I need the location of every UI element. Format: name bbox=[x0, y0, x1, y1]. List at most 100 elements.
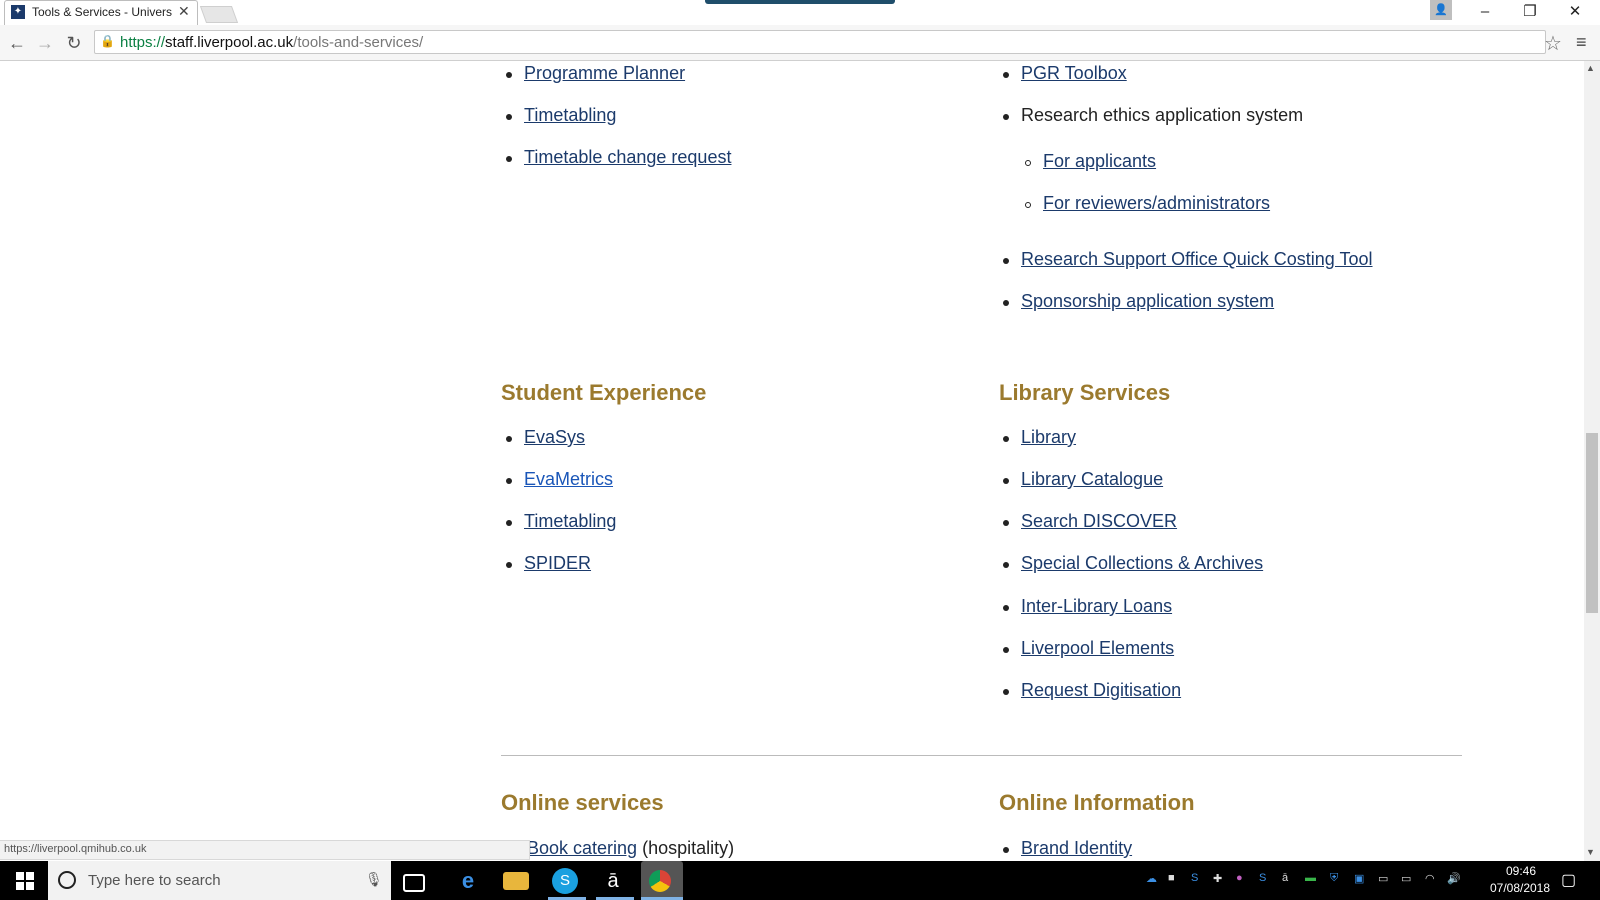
link-special-collections[interactable]: Special Collections & Archives bbox=[1021, 553, 1263, 574]
link-book-catering[interactable]: Book catering bbox=[527, 838, 637, 858]
lock-icon: 🔒 bbox=[100, 34, 115, 48]
puzzle-icon[interactable]: ✚ bbox=[1213, 872, 1222, 885]
back-arrow-icon[interactable]: ← bbox=[6, 32, 28, 54]
link-timetable-change-request[interactable]: Timetable change request bbox=[524, 147, 731, 168]
link-evasys[interactable]: EvaSys bbox=[524, 427, 585, 448]
link-request-digitisation[interactable]: Request Digitisation bbox=[1021, 680, 1181, 701]
reload-icon[interactable]: ↻ bbox=[63, 32, 85, 54]
university-favicon-icon: ✦ bbox=[11, 5, 25, 19]
list-bullet bbox=[1003, 647, 1009, 653]
restore-button[interactable]: ❐ bbox=[1515, 2, 1545, 22]
scrollbar-thumb[interactable] bbox=[1586, 433, 1598, 613]
tray-blue-icon[interactable]: ▣ bbox=[1354, 872, 1364, 885]
link-pgr-toolbox[interactable]: PGR Toolbox bbox=[1021, 63, 1127, 84]
edge-browser-icon[interactable]: e bbox=[455, 868, 481, 894]
research-ethics-label: Research ethics application system bbox=[1021, 105, 1304, 125]
hospitality-suffix: (hospitality) bbox=[637, 838, 735, 858]
chrome-icon[interactable] bbox=[649, 870, 671, 892]
windows-start-icon[interactable] bbox=[16, 872, 34, 890]
wifi-icon[interactable]: ◠ bbox=[1425, 872, 1435, 885]
link-liverpool-elements[interactable]: Liverpool Elements bbox=[1021, 638, 1174, 659]
list-bullet bbox=[1003, 114, 1009, 120]
action-center-icon[interactable]: ▢ bbox=[1561, 870, 1576, 890]
url-host: staff.liverpool.ac.uk bbox=[165, 34, 294, 51]
profile-icon[interactable]: 👤 bbox=[1430, 0, 1452, 20]
link-library[interactable]: Library bbox=[1021, 427, 1076, 448]
clock-date[interactable]: 07/08/2018 bbox=[1480, 881, 1560, 895]
link-timetabling[interactable]: Timetabling bbox=[524, 105, 616, 126]
link-inter-library-loans[interactable]: Inter-Library Loans bbox=[1021, 596, 1172, 617]
list-bullet bbox=[1003, 478, 1009, 484]
file-explorer-icon[interactable] bbox=[503, 872, 529, 890]
link-evametrics[interactable]: EvaMetrics bbox=[524, 469, 613, 490]
url-text[interactable]: https://staff.liverpool.ac.uk/tools-and-… bbox=[120, 34, 423, 51]
forward-arrow-icon[interactable]: → bbox=[34, 32, 56, 54]
new-tab-button[interactable] bbox=[199, 6, 239, 23]
book-catering-item: Book catering (hospitality) bbox=[527, 838, 734, 859]
display-icon[interactable]: ▭ bbox=[1378, 872, 1388, 885]
list-bullet bbox=[506, 114, 512, 120]
link-for-reviewers[interactable]: For reviewers/administrators bbox=[1043, 193, 1270, 214]
link-timetabling-2[interactable]: Timetabling bbox=[524, 511, 616, 532]
tray-s-icon[interactable]: S bbox=[1191, 872, 1198, 884]
cortana-icon bbox=[58, 871, 76, 889]
url-scheme: https:// bbox=[120, 34, 166, 51]
camera-icon[interactable]: ■ bbox=[1168, 872, 1175, 884]
list-bullet bbox=[506, 478, 512, 484]
window-accent-bar bbox=[705, 0, 895, 4]
scroll-up-arrow-icon[interactable]: ▲ bbox=[1586, 63, 1595, 73]
list-bullet bbox=[506, 72, 512, 78]
scroll-down-arrow-icon[interactable]: ▼ bbox=[1586, 847, 1595, 857]
list-bullet bbox=[1003, 689, 1009, 695]
volume-icon[interactable]: 🔊 bbox=[1447, 872, 1461, 885]
link-sponsorship[interactable]: Sponsorship application system bbox=[1021, 291, 1274, 312]
app-icon[interactable]: ā bbox=[600, 868, 626, 894]
bookmark-star-icon[interactable]: ☆ bbox=[1544, 31, 1562, 56]
list-bullet bbox=[1003, 562, 1009, 568]
tab-title: Tools & Services - Univers bbox=[32, 5, 172, 19]
security-shield-icon[interactable]: ⛨ bbox=[1330, 872, 1338, 885]
microphone-icon[interactable]: 🎙 bbox=[365, 871, 383, 888]
heading-library-services: Library Services bbox=[999, 380, 1171, 405]
list-bullet bbox=[1003, 436, 1009, 442]
link-library-catalogue[interactable]: Library Catalogue bbox=[1021, 469, 1163, 490]
clock-time[interactable]: 09:46 bbox=[1491, 864, 1551, 878]
status-url: https://liverpool.qmihub.co.uk bbox=[4, 843, 147, 855]
tray-app-icon[interactable]: ā bbox=[1282, 872, 1288, 884]
list-bullet bbox=[1003, 847, 1009, 853]
browser-menu-icon[interactable]: ≡ bbox=[1576, 32, 1587, 53]
list-bullet bbox=[506, 436, 512, 442]
list-bullet bbox=[1003, 520, 1009, 526]
heading-student-experience: Student Experience bbox=[501, 380, 707, 405]
list-bullet bbox=[1003, 72, 1009, 78]
heading-online-information: Online Information bbox=[999, 790, 1195, 815]
link-for-applicants[interactable]: For applicants bbox=[1043, 151, 1156, 172]
list-bullet bbox=[506, 156, 512, 162]
link-programme-planner[interactable]: Programme Planner bbox=[524, 63, 685, 84]
task-view-icon[interactable] bbox=[403, 874, 425, 892]
sub-list-bullet bbox=[1025, 202, 1031, 208]
list-bullet bbox=[506, 562, 512, 568]
battery-icon[interactable]: ▭ bbox=[1401, 872, 1411, 885]
heading-online-services: Online services bbox=[501, 790, 664, 815]
list-bullet bbox=[1003, 258, 1009, 264]
tray-badge-icon[interactable]: ● bbox=[1236, 872, 1243, 884]
sub-list-bullet bbox=[1025, 160, 1031, 166]
skype-tray-icon[interactable]: S bbox=[1259, 872, 1266, 884]
link-brand-identity[interactable]: Brand Identity bbox=[1021, 838, 1132, 859]
minimize-button[interactable]: – bbox=[1470, 2, 1500, 22]
link-search-discover[interactable]: Search DISCOVER bbox=[1021, 511, 1177, 532]
taskbar-search-placeholder: Type here to search bbox=[88, 872, 221, 889]
close-window-button[interactable]: ✕ bbox=[1560, 2, 1590, 22]
link-spider[interactable]: SPIDER bbox=[524, 553, 591, 574]
list-bullet bbox=[1003, 300, 1009, 306]
link-rso-costing-tool[interactable]: Research Support Office Quick Costing To… bbox=[1021, 249, 1373, 270]
url-path: /tools-and-services/ bbox=[293, 34, 424, 51]
onedrive-icon[interactable]: ☁ bbox=[1146, 872, 1157, 885]
list-bullet bbox=[1003, 605, 1009, 611]
tray-green-icon[interactable]: ▬ bbox=[1305, 872, 1316, 884]
skype-icon[interactable]: S bbox=[552, 868, 578, 894]
tab-close-icon[interactable]: ✕ bbox=[178, 3, 190, 20]
list-bullet bbox=[506, 520, 512, 526]
section-divider bbox=[501, 755, 1462, 756]
